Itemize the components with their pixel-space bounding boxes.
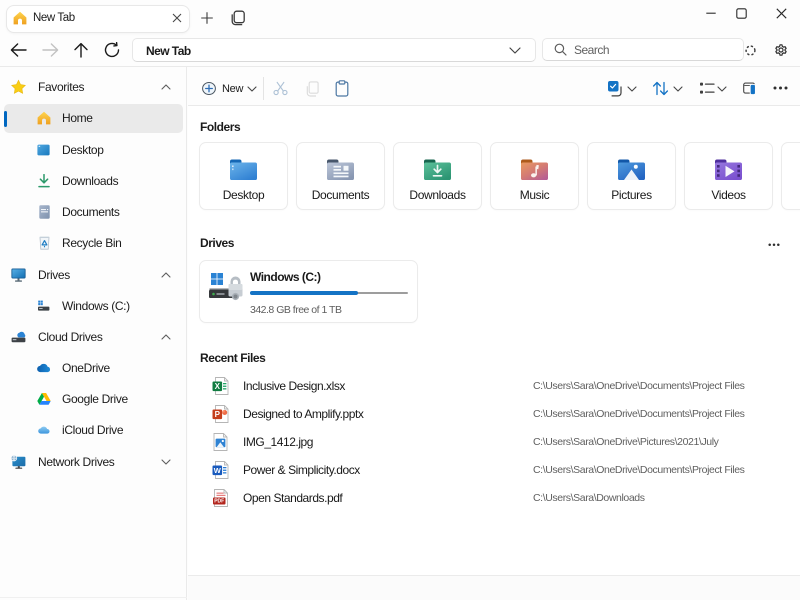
svg-text:PDF: PDF xyxy=(214,499,224,505)
svg-text:W: W xyxy=(214,466,222,475)
svg-text:P: P xyxy=(215,410,221,419)
svg-text:X: X xyxy=(215,382,221,391)
